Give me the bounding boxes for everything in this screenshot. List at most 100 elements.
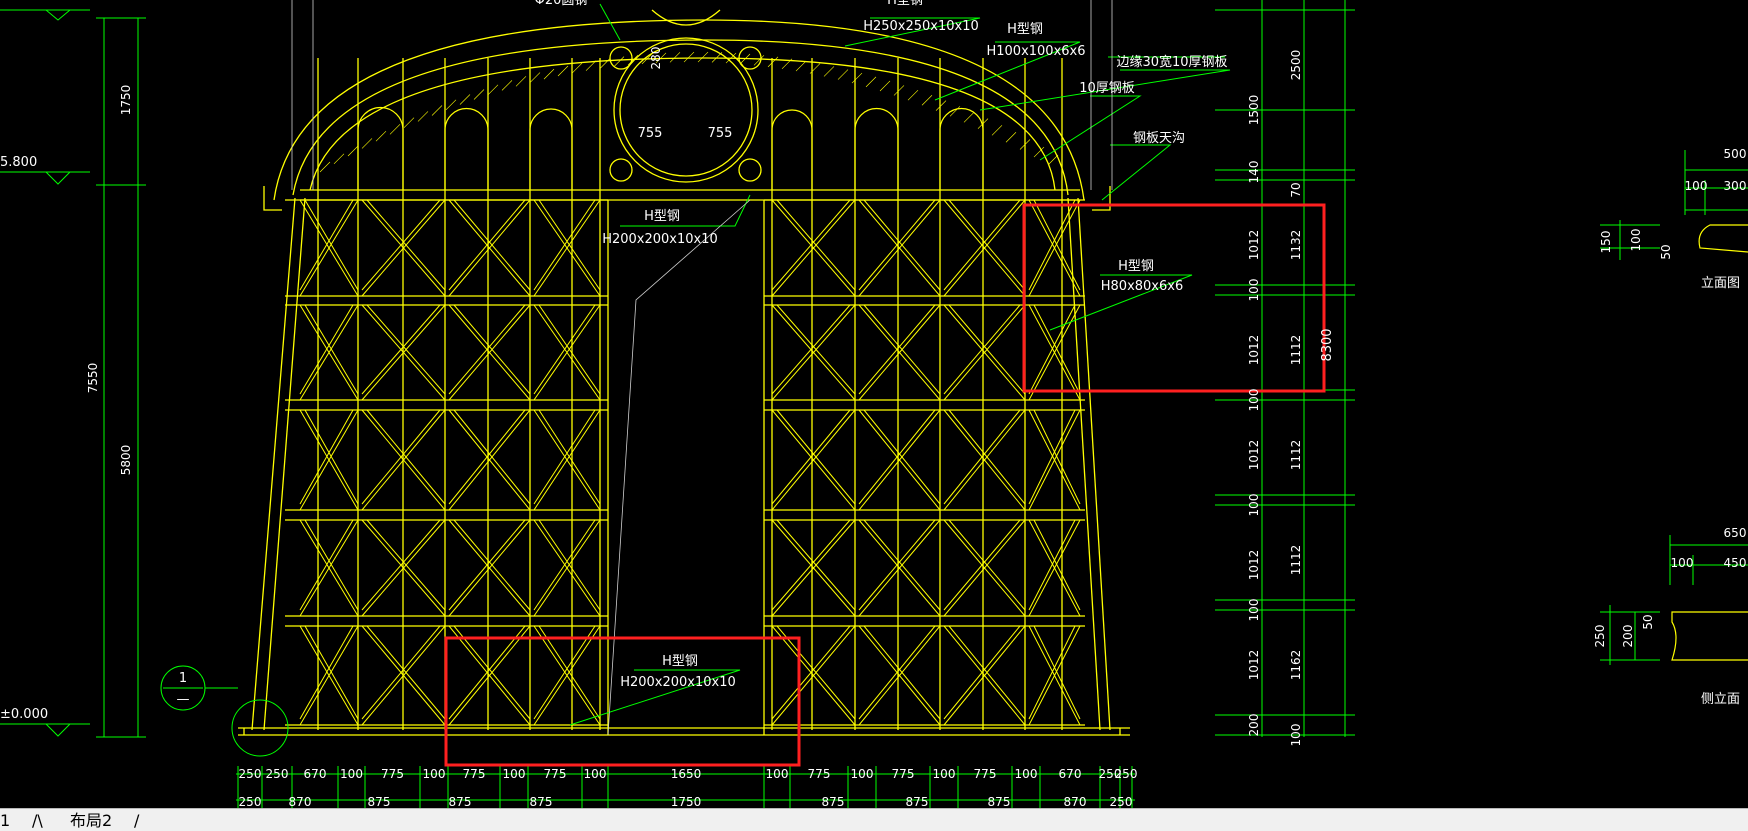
arch-hatch: [935, 100, 947, 111]
label-top-cut: Φ20圆钢: [535, 0, 588, 8]
dim-755-left: 755: [638, 126, 663, 141]
label-side-plate: 边缘30宽10厚钢板: [1116, 54, 1227, 70]
right-dim-b-text: 1162: [1289, 650, 1303, 681]
view-label-front: 立面图: [1701, 276, 1740, 291]
arch-hatch: [683, 51, 695, 63]
right-dim-a-text: 1012: [1247, 650, 1261, 681]
arch-hatch: [515, 76, 527, 87]
highlight-box-lower: [444, 636, 801, 767]
tab-model-partial[interactable]: 1: [0, 811, 10, 831]
right-dim-a-text: 140: [1247, 161, 1261, 184]
arch-hatch: [697, 51, 709, 63]
bottom-dim-text-2: 870: [1064, 795, 1087, 808]
left-dim-text: 5800: [119, 445, 133, 476]
right-dim-a-text: 1012: [1247, 550, 1261, 581]
cad-drawing-canvas[interactable]: H型钢 H250x250x10x10 H型钢 H100x100x6x6 边缘30…: [0, 0, 1748, 808]
detail-dim-text: 300: [1724, 179, 1747, 193]
right-dim-b-text: 1112: [1289, 440, 1303, 471]
arch-hatch: [1005, 132, 1017, 143]
detail-dim-text: 100: [1629, 229, 1643, 252]
label-h250: H250x250x10x10: [863, 19, 979, 34]
bottom-dim-text-2: 250: [1110, 795, 1133, 808]
arch-hatch: [487, 84, 499, 95]
right-dim-b-text: 1112: [1289, 545, 1303, 576]
elevation-zero: ±0.000: [0, 707, 48, 722]
bottom-dim-text: 100: [1015, 767, 1038, 781]
arch-hatch: [403, 117, 415, 128]
arched-window: [939, 107, 984, 190]
bottom-dim-text: 775: [974, 767, 997, 781]
detail-dim-text: 100: [1671, 556, 1694, 570]
bottom-dim-text-2: 875: [368, 795, 391, 808]
arched-window: [854, 107, 899, 190]
detail-dim-text: 250: [1593, 625, 1607, 648]
bottom-dim-text: 100: [851, 767, 874, 781]
arch-hatch: [557, 65, 569, 77]
bottom-dim-text: 100: [584, 767, 607, 781]
detail-dim-text: 150: [1599, 231, 1613, 254]
arch-hatch: [529, 72, 541, 83]
section-number: 1: [179, 671, 187, 686]
tab-separator-icon: /\: [32, 811, 43, 830]
detail-dim-text: 650: [1724, 526, 1747, 540]
bottom-dim-text: 100: [766, 767, 789, 781]
bottom-dim-text: 100: [933, 767, 956, 781]
arch-hatch: [879, 80, 891, 92]
arch-hatch: [851, 72, 863, 84]
arched-window: [771, 109, 813, 190]
bottom-dim-text: 250: [266, 767, 289, 781]
bottom-dim-text-2: 875: [906, 795, 929, 808]
arch-hatch: [907, 89, 919, 101]
highlight-box-upper: [1022, 203, 1326, 393]
label-h100: H100x100x6x6: [986, 44, 1085, 59]
bottom-dim-text: 100: [423, 767, 446, 781]
section-reference: —: [177, 692, 190, 707]
arch-hatch: [991, 125, 1003, 136]
bottom-dim-text-2: 1750: [671, 795, 702, 808]
right-dim-b-text: 2500: [1289, 50, 1303, 81]
arch-hatch: [865, 76, 877, 88]
bottom-dim-text-2: 875: [988, 795, 1011, 808]
arch-hatch: [375, 131, 387, 142]
bottom-dim-text: 100: [503, 767, 526, 781]
arch-hatch: [823, 66, 835, 77]
arch-hatch: [445, 99, 457, 111]
bottom-dim-text: 775: [463, 767, 486, 781]
label-h-steel-top: H型钢: [887, 0, 923, 8]
arch-hatch: [459, 94, 471, 105]
right-dim-a-text: 100: [1247, 389, 1261, 412]
dim-280-text: 280: [649, 47, 663, 70]
arch-hatch: [543, 68, 555, 80]
right-dim-b-text: 70: [1289, 182, 1303, 197]
layout-tab-bar: 1 /\ 布局2 /: [0, 808, 1748, 831]
tab-layout2[interactable]: 布局2: [70, 811, 112, 831]
arched-window: [357, 106, 404, 190]
label-h80: H80x80x6x6: [1101, 279, 1183, 294]
label-h-steel-bottom: H型钢: [662, 654, 698, 669]
arched-window: [529, 108, 573, 190]
arch-hatch: [361, 138, 373, 149]
detail-dim-text: 50: [1641, 614, 1655, 629]
label-h-steel-box: H型钢: [1118, 259, 1154, 274]
arch-hatch: [1047, 154, 1059, 166]
detail-dim-text: 450: [1724, 556, 1747, 570]
right-dim-a-text: 1012: [1247, 230, 1261, 261]
arch-hatch: [319, 161, 331, 173]
right-dim-a-text: 100: [1247, 599, 1261, 622]
detail-dim-text: 100: [1685, 179, 1708, 193]
label-h200-top: H200x200x10x10: [602, 232, 718, 247]
arch-hatch: [893, 85, 905, 96]
bottom-dim-text-2: 875: [822, 795, 845, 808]
arch-hatch: [333, 153, 345, 165]
right-dim-a-text: 100: [1247, 279, 1261, 302]
arch-hatch: [837, 69, 849, 80]
arch-hatch: [571, 62, 583, 74]
right-dim-a-text: 1012: [1247, 440, 1261, 471]
label-h200-bottom: H200x200x10x10: [620, 675, 736, 690]
right-dim-b-text: 1132: [1289, 230, 1303, 261]
elevation-top: 5.800: [0, 155, 37, 170]
left-dim-text: 1750: [119, 85, 133, 116]
arch-hatch: [473, 89, 485, 100]
right-dim-a-text: 100: [1247, 494, 1261, 517]
bottom-dim-text: 100: [340, 767, 363, 781]
